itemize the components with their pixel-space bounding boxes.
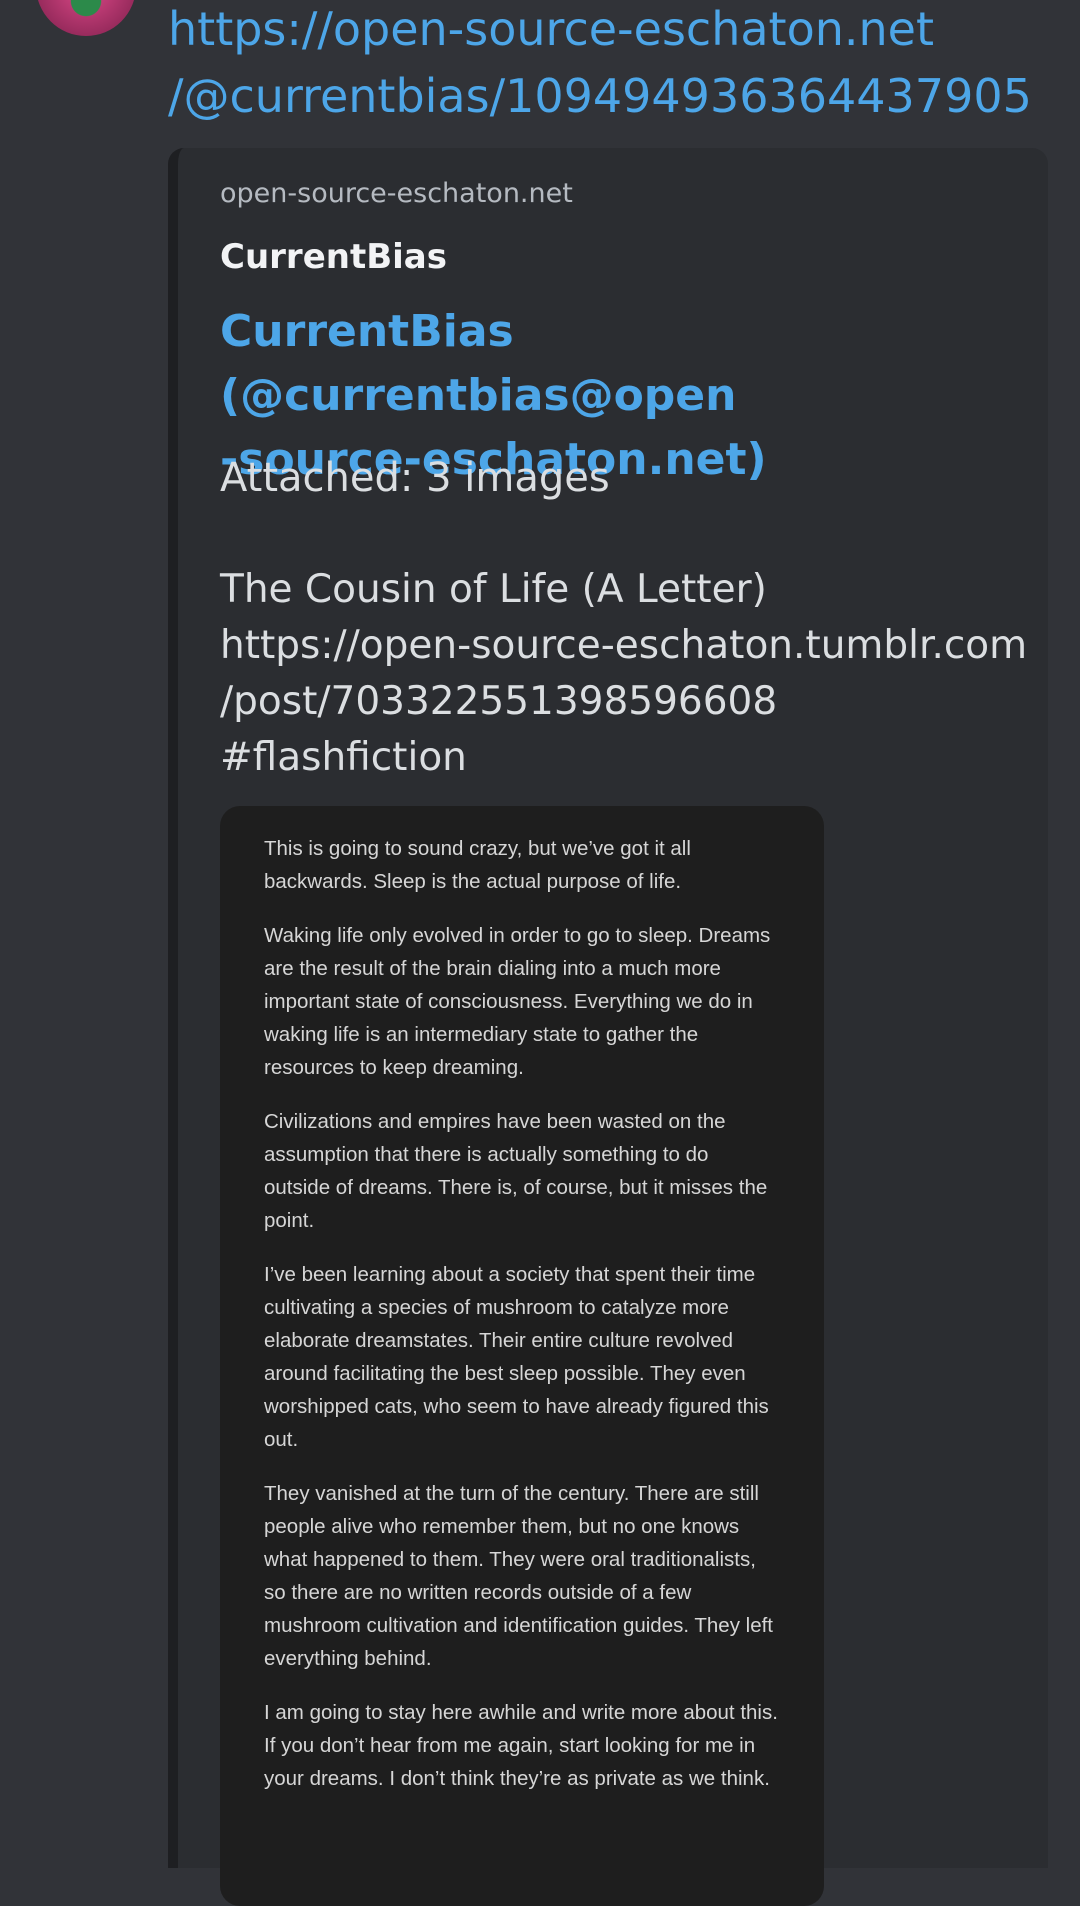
image-paragraph: They vanished at the turn of the century… bbox=[264, 1482, 773, 1670]
message-link-line1[interactable]: https://open-source-eschaton.net bbox=[168, 0, 1048, 63]
image-paragraph: I am going to stay here awhile and write… bbox=[264, 1701, 778, 1790]
embed-title-line1[interactable]: CurrentBias (@currentbias@open bbox=[220, 300, 980, 428]
image-paragraph: This is going to sound crazy, but we’ve … bbox=[264, 837, 691, 893]
description-line: #flashfiction bbox=[220, 735, 467, 780]
image-paragraph: I’ve been learning about a society that … bbox=[264, 1263, 769, 1451]
embed-image[interactable]: This is going to sound crazy, but we’ve … bbox=[220, 806, 824, 1906]
image-paragraph: Civilizations and empires have been wast… bbox=[264, 1110, 768, 1232]
link-embed: open-source-eschaton.net CurrentBias Cur… bbox=[168, 148, 1048, 1906]
attached-count: Attached: 3 images bbox=[220, 455, 610, 501]
image-paragraph: Waking life only evolved in order to go … bbox=[264, 924, 771, 1079]
description-line: /post/703322551398596608 bbox=[220, 679, 778, 724]
message-link-line2[interactable]: /@currentbias/109494936364437905 bbox=[168, 63, 1048, 130]
avatar[interactable] bbox=[36, 0, 136, 36]
description-line: https://open-source-eschaton.tumblr.com bbox=[220, 623, 1028, 668]
message-link[interactable]: https://open-source-eschaton.net /@curre… bbox=[168, 0, 1048, 130]
description-line: The Cousin of Life (A Letter) bbox=[220, 567, 767, 612]
embed-provider: open-source-eschaton.net bbox=[220, 178, 573, 209]
embed-author[interactable]: CurrentBias bbox=[220, 234, 447, 280]
embed-description: The Cousin of Life (A Letter) https://op… bbox=[220, 562, 1028, 786]
